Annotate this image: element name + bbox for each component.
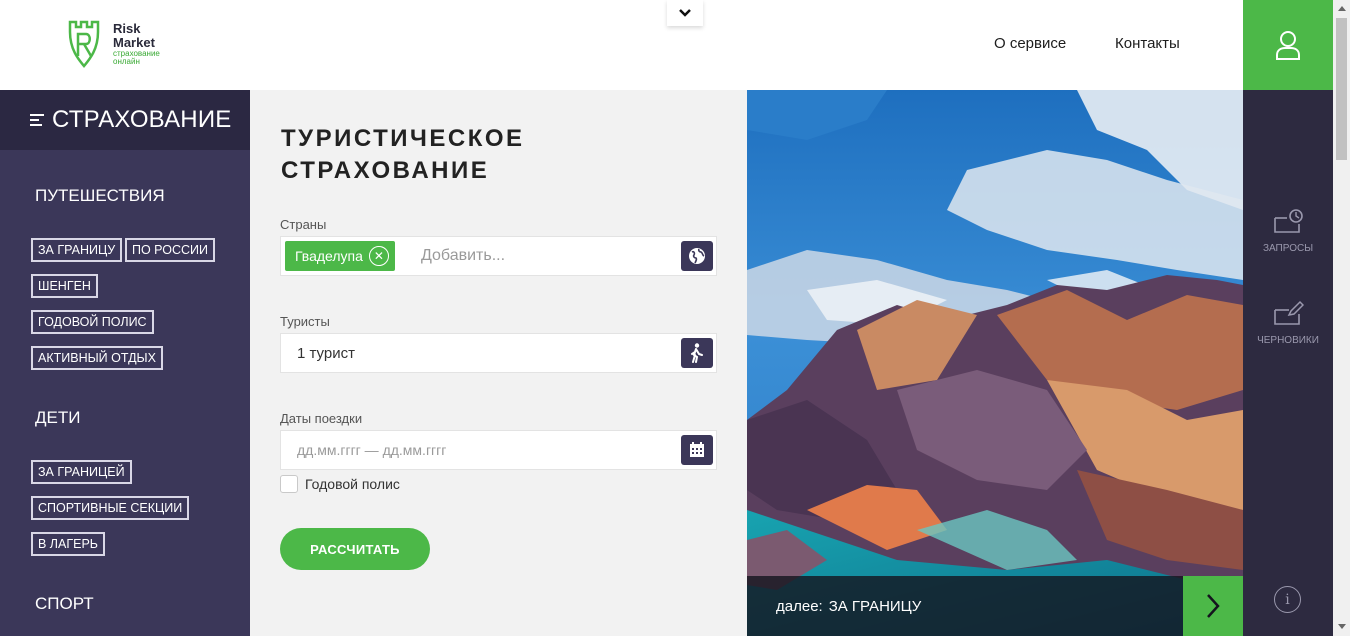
scroll-down-arrow-icon[interactable] xyxy=(1338,624,1346,629)
dates-field[interactable] xyxy=(280,430,717,470)
next-step-bar[interactable]: далее: ЗА ГРАНИЦУ xyxy=(747,576,1243,636)
section-title-sport: СПОРТ xyxy=(35,594,94,613)
tag-annual-policy[interactable]: ГОДОВОЙ ПОЛИС xyxy=(31,310,154,334)
hero-landscape-image xyxy=(747,90,1243,636)
countries-label: Страны xyxy=(280,217,327,232)
remove-icon[interactable]: ✕ xyxy=(368,246,389,266)
rail-requests-button[interactable]: ЗАПРОСЫ xyxy=(1243,208,1333,254)
country-chip: Гваделупа ✕ xyxy=(285,241,395,271)
section-title-travel: ПУТЕШЕСТВИЯ xyxy=(35,186,165,205)
tag-camp[interactable]: В ЛАГЕРЬ xyxy=(31,532,105,556)
form-title: ТУРИСТИЧЕСКОЕ СТРАХОВАНИЕ xyxy=(281,125,525,184)
scroll-up-arrow-icon[interactable] xyxy=(1338,6,1346,11)
globe-icon xyxy=(689,248,705,264)
dates-label: Даты поездки xyxy=(280,411,363,426)
next-step-target: ЗА ГРАНИЦУ xyxy=(828,598,922,615)
calendar-icon xyxy=(690,442,704,457)
tourists-label: Туристы xyxy=(280,314,330,329)
rail-drafts-label: ЧЕРНОВИКИ xyxy=(1257,335,1319,346)
country-chip-label: Гваделупа xyxy=(295,248,363,264)
calendar-button[interactable] xyxy=(681,435,713,465)
tag-schengen[interactable]: ШЕНГЕН xyxy=(31,274,98,298)
sidebar-header[interactable]: СТРАХОВАНИЕ xyxy=(0,90,250,150)
user-icon xyxy=(1276,31,1300,60)
rail-requests-label: ЗАПРОСЫ xyxy=(1262,243,1314,254)
tourists-value: 1 турист xyxy=(297,345,355,362)
page: Risk Market страхование онлайн О сервисе… xyxy=(0,0,1350,636)
next-step-button[interactable] xyxy=(1183,576,1243,636)
right-rail: ЗАПРОСЫ ЧЕРНОВИКИ xyxy=(1243,90,1333,636)
tag-children-abroad[interactable]: ЗА ГРАНИЦЕЙ xyxy=(31,460,132,484)
nav-about-link[interactable]: О сервисе xyxy=(994,35,1066,52)
requests-icon xyxy=(1274,209,1303,233)
insurance-form: ТУРИСТИЧЕСКОЕ СТРАХОВАНИЕ Страны Гваделу… xyxy=(250,90,747,636)
logo-tagline-line2: онлайн xyxy=(113,57,140,66)
hero-image: далее: ЗА ГРАНИЦУ xyxy=(747,90,1243,636)
annual-policy-label: Годовой полис xyxy=(305,476,400,492)
arrow-right-icon xyxy=(1207,594,1220,618)
walking-person-icon xyxy=(691,343,703,363)
chevron-down-icon xyxy=(679,9,691,17)
annual-policy-row[interactable]: Годовой полис xyxy=(280,475,400,493)
tag-sport-sections[interactable]: СПОРТИВНЫЕ СЕКЦИИ xyxy=(31,496,190,520)
tag-abroad[interactable]: ЗА ГРАНИЦУ xyxy=(31,238,123,262)
countries-field[interactable]: Гваделупа ✕ xyxy=(280,236,717,276)
dates-input[interactable] xyxy=(297,431,667,469)
sidebar: СТРАХОВАНИЕ ПУТЕШЕСТВИЯ ЗА ГРАНИЦУ ПО РО… xyxy=(0,90,250,636)
collapse-header-button[interactable] xyxy=(667,0,703,26)
tag-active-rest[interactable]: АКТИВНЫЙ ОТДЫХ xyxy=(31,346,163,370)
user-account-button[interactable] xyxy=(1243,0,1333,90)
countries-globe-button[interactable] xyxy=(681,241,713,271)
tourists-field[interactable]: 1 турист xyxy=(280,333,717,373)
tag-russia[interactable]: ПО РОССИИ xyxy=(125,238,215,262)
info-icon[interactable]: i xyxy=(1274,586,1301,613)
nav-contacts-link[interactable]: Контакты xyxy=(1115,35,1180,52)
page-scrollbar[interactable] xyxy=(1333,0,1350,636)
drafts-icon xyxy=(1274,300,1305,325)
calculate-button[interactable]: РАССЧИТАТЬ xyxy=(280,528,430,570)
logo[interactable]: Risk Market страхование онлайн xyxy=(67,20,187,70)
tourists-button[interactable] xyxy=(681,338,713,368)
next-step-label: далее: ЗА ГРАНИЦУ xyxy=(776,598,921,615)
annual-policy-checkbox[interactable] xyxy=(280,475,298,493)
menu-icon xyxy=(30,113,44,127)
header: Risk Market страхование онлайн О сервисе… xyxy=(0,0,1243,90)
logo-title-line1: Risk xyxy=(113,21,141,36)
next-step-prefix: далее: xyxy=(776,598,823,615)
logo-title-line2: Market xyxy=(113,35,155,50)
logo-mark-icon xyxy=(68,20,100,68)
countries-input[interactable] xyxy=(421,237,671,275)
rail-drafts-button[interactable]: ЧЕРНОВИКИ xyxy=(1243,300,1333,346)
section-title-children: ДЕТИ xyxy=(35,408,81,427)
scrollbar-thumb[interactable] xyxy=(1336,18,1347,160)
sidebar-title: СТРАХОВАНИЕ xyxy=(52,106,232,133)
